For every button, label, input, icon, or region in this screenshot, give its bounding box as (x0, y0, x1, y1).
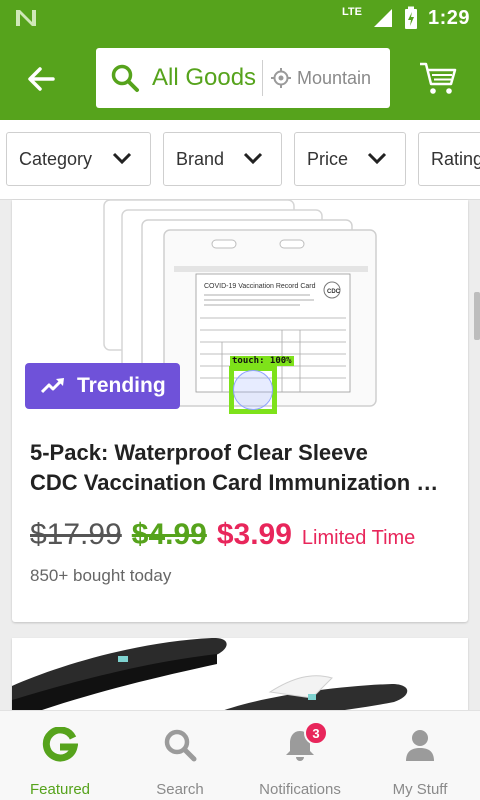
filter-bar: Category Brand Price Rating (0, 120, 480, 200)
battery-charging-icon (404, 6, 417, 29)
status-time: 1:29 (427, 6, 470, 29)
filter-price-button[interactable]: Price (294, 132, 406, 186)
n-logo-icon (16, 10, 36, 26)
filter-rating-button[interactable]: Rating (418, 132, 480, 186)
cart-icon (420, 62, 457, 94)
product-card[interactable] (12, 638, 468, 718)
nav-search-tab[interactable]: Search (120, 711, 240, 800)
bell-icon-wrap: 3 (282, 721, 328, 763)
search-divider (262, 60, 263, 96)
person-icon (406, 730, 434, 761)
bought-today-text: 850+ bought today (30, 566, 172, 585)
nav-featured-label: Featured (29, 781, 91, 798)
search-icon (164, 729, 197, 762)
app-header: All Goods Mountain (0, 36, 480, 120)
record-card-title: COVID-19 Vaccination Record Card (204, 283, 316, 290)
filter-brand-label: Brand (176, 148, 225, 169)
search-box[interactable]: All Goods Mountain (96, 48, 390, 108)
location-field[interactable]: Mountain (297, 68, 371, 89)
current-price: $3.99 (216, 518, 292, 551)
nav-search-label: Search (156, 781, 204, 798)
nav-notifications-label: Notifications (259, 781, 341, 798)
filter-price-label: Price (307, 148, 349, 169)
product-title[interactable]: 5-Pack: Waterproof Clear Sleeve CDC Vacc… (30, 438, 452, 498)
filter-category-button[interactable]: Category (6, 132, 151, 186)
svg-text:CDC: CDC (327, 289, 341, 295)
nav-my-stuff-label: My Stuff (392, 781, 448, 798)
back-button[interactable] (24, 62, 58, 96)
nav-featured-tab[interactable]: Featured (0, 711, 120, 800)
search-icon (111, 64, 139, 92)
arrow-left-icon (28, 67, 55, 91)
filter-rating-label: Rating (431, 148, 480, 169)
filter-brand-button[interactable]: Brand (163, 132, 282, 186)
signal-icon (373, 9, 392, 27)
product-title-line-1: 5-Pack: Waterproof Clear Sleeve (30, 440, 368, 465)
notification-count-badge: 3 (304, 721, 328, 745)
original-price: $17.99 (30, 518, 122, 551)
chevron-down-icon (112, 152, 132, 165)
network-type-label: LTE (342, 6, 362, 18)
trending-badge: Trending (25, 363, 180, 409)
status-bar: LTE 1:29 (0, 0, 480, 36)
nav-notifications-tab[interactable]: 3 Notifications (240, 711, 360, 800)
nav-my-stuff-tab[interactable]: My Stuff (360, 711, 480, 800)
limited-time-label: Limited Time (301, 527, 416, 549)
bottom-nav: Featured Search 3 Notifications My Stuff (0, 710, 480, 800)
chevron-down-icon (367, 152, 387, 165)
product-title-line-2: CDC Vaccination Card Immunization Record… (30, 470, 452, 495)
touch-point-indicator (233, 370, 273, 410)
touch-indicator-label: touch: 100% (230, 356, 294, 366)
trending-label: Trending (77, 374, 166, 397)
location-target-icon (271, 68, 291, 88)
search-input[interactable]: All Goods (152, 64, 256, 92)
chevron-down-icon (243, 152, 263, 165)
scrollbar[interactable] (474, 292, 480, 340)
trending-up-icon (41, 378, 64, 394)
featured-g-icon (42, 727, 78, 762)
price-row: $17.99 $4.99 $3.99 Limited Time (30, 518, 415, 552)
product-image (12, 638, 408, 718)
cart-button[interactable] (418, 60, 458, 96)
filter-category-label: Category (19, 148, 93, 169)
previous-price: $4.99 (131, 518, 207, 551)
